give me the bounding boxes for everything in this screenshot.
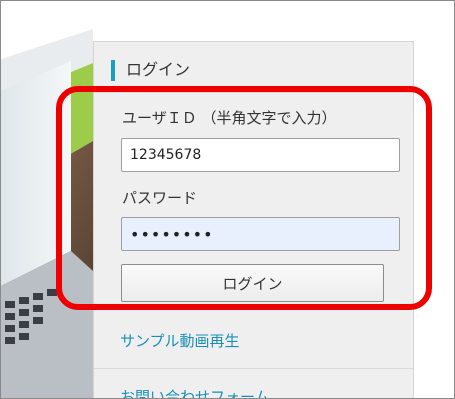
hero-laptop-photo — [1, 1, 93, 398]
password-input[interactable] — [121, 217, 400, 251]
link-divider — [94, 368, 413, 369]
login-button[interactable]: ログイン — [121, 264, 384, 302]
title-accent-bar — [111, 60, 115, 81]
userid-input[interactable] — [121, 138, 400, 172]
userid-label: ユーザＩＤ （半角文字で入力） — [122, 109, 337, 127]
password-label: パスワード — [122, 189, 198, 207]
panel-divider — [94, 92, 413, 93]
page-margin — [414, 1, 454, 398]
hero-image — [1, 1, 93, 398]
contact-form-link[interactable]: お問い合わせフォーム — [120, 387, 270, 398]
screenshot-frame: ログイン ユーザＩＤ （半角文字で入力） パスワード ログイン サンプル動画再生… — [0, 0, 455, 399]
sample-video-link[interactable]: サンプル動画再生 — [120, 331, 240, 351]
panel-title: ログイン — [126, 60, 191, 79]
